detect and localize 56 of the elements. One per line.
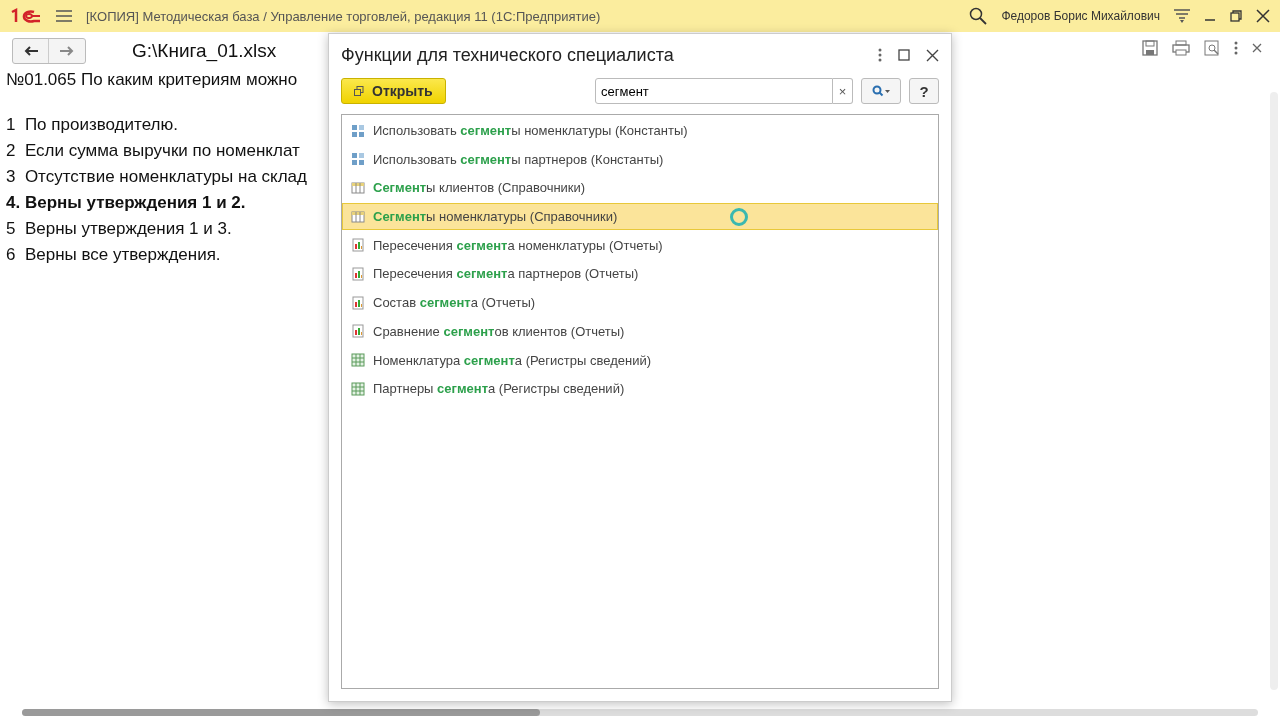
- search-field[interactable]: сегмент: [595, 78, 833, 104]
- answer-option: 2 Если сумма выручки по номенклат: [0, 138, 306, 164]
- save-icon[interactable]: [1142, 40, 1158, 56]
- search-button[interactable]: [861, 78, 901, 104]
- result-item[interactable]: Использовать сегменты партнеров (Константы): [342, 145, 938, 173]
- result-item[interactable]: Сравнение сегментов клиентов (Отчеты): [342, 317, 938, 345]
- close-icon[interactable]: [1252, 43, 1262, 53]
- answer-option: 1 По производителю.: [0, 112, 184, 138]
- result-item[interactable]: Партнеры сегмента (Регистры сведений): [342, 375, 938, 403]
- result-item[interactable]: Состав сегмента (Отчеты): [342, 289, 938, 317]
- blocks-icon: [351, 152, 365, 167]
- left-arrow-icon: [23, 46, 38, 56]
- result-item[interactable]: Сегменты клиентов (Справочники): [342, 174, 938, 202]
- user-name[interactable]: Федоров Борис Михайлович: [1001, 9, 1160, 23]
- restore-icon[interactable]: [1230, 10, 1242, 22]
- right-arrow-icon: [60, 46, 74, 56]
- table-icon: [351, 209, 365, 224]
- more-icon[interactable]: [1234, 41, 1238, 55]
- funnel-icon[interactable]: [1174, 9, 1190, 23]
- dialog-title: Функции для технического специалиста: [341, 44, 675, 66]
- loading-icon: [729, 206, 750, 227]
- chart-document-icon: [351, 238, 365, 253]
- blocks-icon: [351, 123, 365, 138]
- chart-document-icon: [351, 266, 365, 281]
- clear-button[interactable]: ×: [833, 78, 853, 104]
- maximize-icon[interactable]: [898, 49, 910, 61]
- answer-option: 3 Отсутствие номенклатуры на склад: [0, 164, 313, 190]
- menu-icon[interactable]: [56, 10, 72, 22]
- chart-document-icon: [351, 324, 365, 339]
- result-item[interactable]: Сегменты номенклатуры (Справочники): [342, 203, 938, 231]
- horizontal-scrollbar[interactable]: [22, 709, 1258, 716]
- windows-icon: [354, 86, 364, 96]
- result-item[interactable]: Использовать сегменты номенклатуры (Константы): [342, 117, 938, 144]
- search-icon: [872, 85, 890, 97]
- answer-option: 6 Верны все утверждения.: [0, 242, 227, 268]
- result-item[interactable]: Пересечения сегмента номенклатуры (Отчеты): [342, 231, 938, 259]
- result-item[interactable]: Номенклатура сегмента (Регистры сведений): [342, 346, 938, 374]
- more-icon[interactable]: [878, 48, 882, 62]
- answer-option: 5 Верны утверждения 1 и 3.: [0, 216, 238, 242]
- preview-icon[interactable]: [1204, 40, 1220, 56]
- help-button[interactable]: ?: [909, 78, 939, 104]
- grid-icon: [351, 353, 365, 367]
- open-button[interactable]: Открыть: [341, 78, 446, 104]
- logo-icon[interactable]: [10, 8, 42, 24]
- answer-option: 4. Верны утверждения 1 и 2.: [0, 190, 252, 216]
- close-icon[interactable]: [926, 48, 939, 62]
- window-title: [КОПИЯ] Методическая база / Управление торговлей, редакция 11 (1С:Предприятие): [86, 8, 602, 24]
- print-icon[interactable]: [1172, 40, 1190, 56]
- grid-icon: [351, 381, 365, 396]
- search-icon[interactable]: [969, 7, 988, 25]
- file-name: G:\Книга_01.xlsx: [132, 40, 277, 62]
- result-item[interactable]: Пересечения сегмента партнеров (Отчеты): [342, 260, 938, 288]
- close-icon[interactable]: [1256, 9, 1270, 23]
- chart-document-icon: [351, 295, 365, 310]
- question-text: №01.065 По каким критериям можно: [5, 70, 299, 90]
- table-icon: [351, 180, 365, 195]
